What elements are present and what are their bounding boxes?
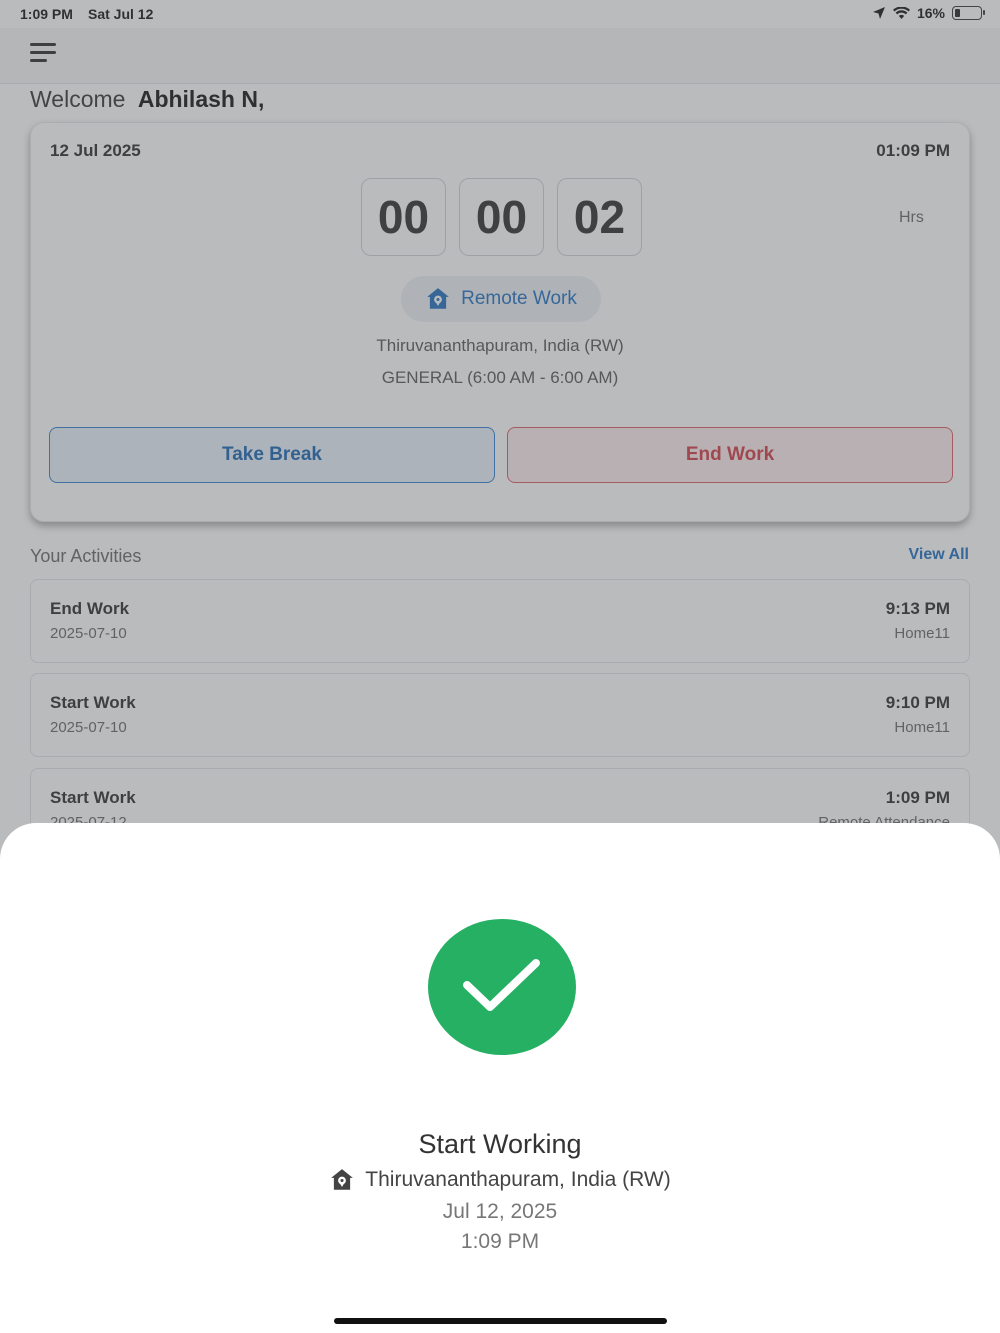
home-location-icon <box>331 1169 354 1190</box>
app-screen: 1:09 PM Sat Jul 12 16% Welcome Abhilash … <box>0 0 1000 1333</box>
sheet-title: Start Working <box>418 1129 582 1159</box>
sheet-location-row: Thiruvananthapuram, India (RW) <box>0 1167 1000 1193</box>
home-indicator[interactable] <box>334 1318 667 1324</box>
sheet-date: Jul 12, 2025 <box>442 1200 558 1223</box>
sheet-location: Thiruvananthapuram, India (RW) <box>365 1168 671 1191</box>
success-check-icon <box>428 919 576 1055</box>
success-sheet: Start Working Thiruvananthapuram, India … <box>0 823 1000 1333</box>
sheet-time: 1:09 PM <box>460 1230 540 1253</box>
